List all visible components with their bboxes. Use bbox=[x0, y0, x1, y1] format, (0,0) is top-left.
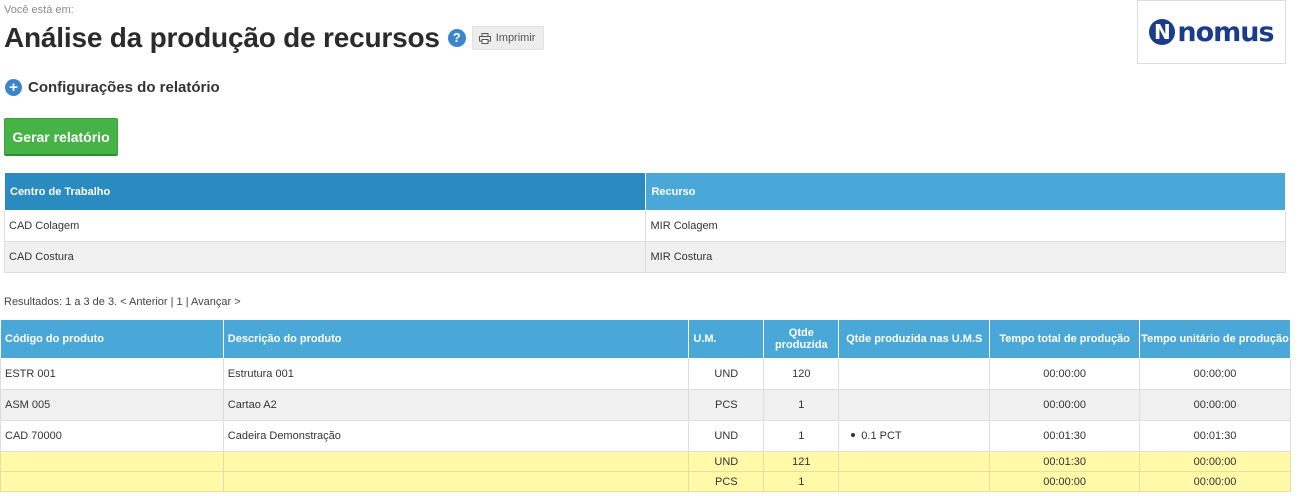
empty-cell bbox=[0, 471, 224, 492]
total-row: UND 121 00:01:30 00:00:00 bbox=[0, 451, 1291, 472]
work-centers-table: Centro de Trabalho Recurso CAD Colagem M… bbox=[3, 172, 1286, 273]
page-title: Análise da produção de recursos bbox=[4, 22, 440, 53]
quantity-produced: 120 bbox=[763, 358, 840, 390]
quantity-ums: 0.1 PCT bbox=[838, 420, 991, 452]
empty-cell bbox=[222, 451, 690, 472]
total-unit-time: 00:00:00 bbox=[1139, 471, 1291, 492]
table-row[interactable]: ESTR 001 Estrutura 001 UND 120 00:00:00 … bbox=[0, 358, 1291, 390]
bullet-icon bbox=[851, 433, 856, 438]
unit-time: 00:00:00 bbox=[1139, 358, 1291, 390]
quantity-ums bbox=[838, 389, 991, 421]
logo-text: nomus bbox=[1177, 16, 1274, 48]
empty-cell bbox=[838, 451, 991, 472]
total-time: 00:01:30 bbox=[989, 451, 1141, 472]
table-row[interactable]: ASM 005 Cartao A2 PCS 1 00:00:00 00:00:0… bbox=[0, 389, 1291, 421]
table-cell: CAD Costura bbox=[3, 241, 647, 273]
generate-report-button[interactable]: Gerar relatório bbox=[4, 118, 118, 156]
ums-value: 0.1 PCT bbox=[861, 430, 902, 442]
print-button[interactable]: Imprimir bbox=[471, 26, 545, 50]
total-unit-time: 00:00:00 bbox=[1139, 451, 1291, 472]
total-time: 00:00:00 bbox=[989, 471, 1141, 492]
table-cell: MIR Costura bbox=[645, 241, 1286, 273]
printer-icon bbox=[478, 32, 491, 44]
quantity-produced: 1 bbox=[763, 389, 840, 421]
help-icon[interactable]: ? bbox=[447, 29, 466, 47]
product-description: Estrutura 001 bbox=[222, 358, 690, 390]
total-row: PCS 1 00:00:00 00:00:00 bbox=[0, 471, 1291, 492]
table-cell: CAD Colagem bbox=[3, 210, 647, 242]
unit-time: 00:01:30 bbox=[1139, 420, 1291, 452]
product-code: CAD 70000 bbox=[0, 420, 224, 452]
quantity-ums bbox=[838, 358, 991, 390]
total-unit: PCS bbox=[688, 471, 765, 492]
total-unit: UND bbox=[688, 451, 765, 472]
column-header[interactable]: U.M. bbox=[688, 319, 765, 359]
product-description: Cadeira Demonstração bbox=[222, 420, 690, 452]
table-row[interactable]: CAD Costura MIR Costura bbox=[3, 241, 1286, 273]
config-label: Configurações do relatório bbox=[28, 79, 220, 96]
empty-cell bbox=[222, 471, 690, 492]
unit-time: 00:00:00 bbox=[1139, 389, 1291, 421]
quantity-produced: 1 bbox=[763, 420, 840, 452]
title-row: Análise da produção de recursos ? Imprim… bbox=[4, 18, 545, 58]
unit-of-measure: PCS bbox=[688, 389, 765, 421]
product-code: ASM 005 bbox=[0, 389, 224, 421]
total-quantity: 1 bbox=[763, 471, 840, 492]
total-time: 00:00:00 bbox=[989, 389, 1141, 421]
unit-of-measure: UND bbox=[688, 420, 765, 452]
column-header[interactable]: Qtde produzida bbox=[763, 319, 840, 359]
empty-cell bbox=[838, 471, 991, 492]
total-time: 00:00:00 bbox=[989, 358, 1141, 390]
report-config-toggle[interactable]: + Configurações do relatório bbox=[5, 79, 220, 96]
print-label: Imprimir bbox=[495, 32, 536, 44]
column-header[interactable]: Descrição do produto bbox=[222, 319, 690, 359]
logo-mark-icon: N bbox=[1149, 19, 1176, 45]
breadcrumb: Você está em: bbox=[4, 4, 74, 16]
column-header[interactable]: Código do produto bbox=[0, 319, 224, 359]
plus-icon: + bbox=[5, 79, 22, 96]
column-header[interactable]: Qtde produzida nas U.M.S bbox=[838, 319, 991, 359]
product-code: ESTR 001 bbox=[0, 358, 224, 390]
table-row[interactable]: CAD Colagem MIR Colagem bbox=[3, 210, 1286, 242]
production-table: Código do produto Descrição do produto U… bbox=[0, 319, 1291, 492]
total-time: 00:01:30 bbox=[989, 420, 1141, 452]
column-header[interactable]: Tempo unitário de produção bbox=[1139, 319, 1291, 359]
product-description: Cartao A2 bbox=[222, 389, 690, 421]
column-header[interactable]: Centro de Trabalho bbox=[3, 172, 647, 211]
table-row[interactable]: CAD 70000 Cadeira Demonstração UND 1 0.1… bbox=[0, 420, 1291, 452]
column-header[interactable]: Tempo total de produção bbox=[989, 319, 1141, 359]
empty-cell bbox=[0, 451, 224, 472]
results-pagination[interactable]: Resultados: 1 a 3 de 3. < Anterior | 1 |… bbox=[4, 296, 241, 308]
unit-of-measure: UND bbox=[688, 358, 765, 390]
total-quantity: 121 bbox=[763, 451, 840, 472]
table-cell: MIR Colagem bbox=[645, 210, 1286, 242]
nomus-logo: N nomus bbox=[1137, 0, 1286, 64]
column-header[interactable]: Recurso bbox=[645, 172, 1286, 211]
